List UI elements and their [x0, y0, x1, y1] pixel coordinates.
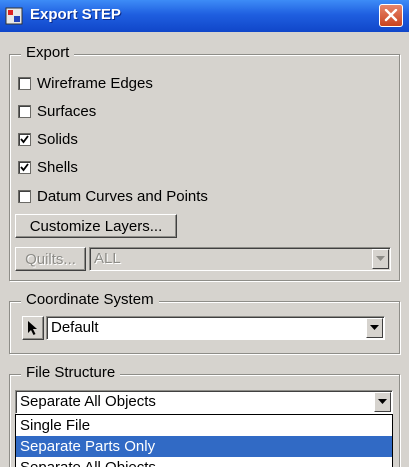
customize-layers-label: Customize Layers...: [29, 217, 163, 235]
export-step-dialog: Export STEP Export Wireframe Edges Surfa…: [0, 0, 409, 467]
coordinate-system-legend: Coordinate System: [21, 291, 159, 308]
select-coordinate-system-button[interactable]: [22, 316, 44, 340]
checkmark-icon: [20, 134, 29, 143]
surfaces-label: Surfaces: [37, 102, 97, 120]
customize-layers-button[interactable]: Customize Layers...: [15, 214, 177, 238]
quilts-value: ALL: [94, 250, 121, 267]
datum-curves-checkbox[interactable]: [18, 189, 31, 203]
coordinate-system-dropdown-button[interactable]: [366, 318, 383, 338]
coordinate-system-select[interactable]: Default: [46, 316, 385, 340]
chevron-down-icon: [376, 256, 385, 261]
file-structure-value: Separate All Objects: [20, 393, 156, 410]
quilts-dropdown-button[interactable]: [372, 249, 389, 269]
export-group-legend: Export: [21, 44, 75, 61]
pro-e-app-icon: [5, 7, 23, 25]
wireframe-edges-checkbox[interactable]: [18, 76, 31, 90]
window-title: Export STEP: [30, 6, 121, 23]
surfaces-checkbox[interactable]: [18, 104, 31, 118]
option-datum-curves[interactable]: Datum Curves and Points: [18, 186, 208, 206]
file-structure-legend: File Structure: [21, 364, 121, 381]
solids-checkbox[interactable]: [18, 132, 31, 146]
quilts-select[interactable]: ALL: [89, 247, 391, 271]
option-solids[interactable]: Solids: [18, 129, 78, 149]
file-structure-option-separate-parts[interactable]: Separate Parts Only: [16, 436, 392, 457]
chevron-down-icon: [378, 399, 387, 404]
file-structure-select[interactable]: Separate All Objects: [15, 390, 393, 414]
option-surfaces[interactable]: Surfaces: [18, 101, 96, 121]
shells-label: Shells: [37, 158, 78, 176]
checkmark-icon: [20, 162, 29, 171]
option-wireframe-edges[interactable]: Wireframe Edges: [18, 73, 153, 93]
option-shells[interactable]: Shells: [18, 157, 78, 177]
close-button[interactable]: [379, 4, 403, 27]
wireframe-edges-label: Wireframe Edges: [37, 74, 153, 92]
title-bar[interactable]: Export STEP: [0, 0, 409, 32]
file-structure-option-single-file[interactable]: Single File: [16, 415, 392, 436]
shells-checkbox[interactable]: [18, 160, 31, 174]
file-structure-option-separate-all[interactable]: Separate All Objects: [16, 457, 392, 467]
file-structure-dropdown-list: Single File Separate Parts Only Separate…: [15, 414, 393, 467]
file-structure-dropdown-button[interactable]: [374, 392, 391, 412]
close-icon: [384, 9, 398, 22]
coordinate-system-value: Default: [51, 319, 99, 336]
quilts-button[interactable]: Quilts...: [15, 247, 86, 271]
solids-label: Solids: [37, 130, 78, 148]
chevron-down-icon: [370, 325, 379, 330]
quilts-label: Quilts...: [25, 250, 76, 268]
datum-curves-label: Datum Curves and Points: [37, 187, 208, 205]
cursor-arrow-icon: [28, 321, 37, 335]
